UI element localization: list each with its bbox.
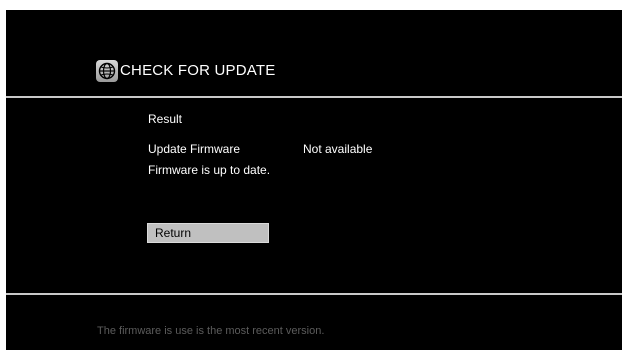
help-text: The firmware is use is the most recent v… <box>97 325 325 337</box>
header: CHECK FOR UPDATE <box>6 10 622 96</box>
bottom-divider <box>6 293 622 295</box>
globe-icon <box>96 60 118 82</box>
return-button[interactable]: Return <box>147 223 269 243</box>
update-firmware-value: Not available <box>303 142 373 156</box>
top-divider <box>6 96 622 98</box>
result-heading: Result <box>148 112 183 126</box>
update-screen: CHECK FOR UPDATE Result Update Firmware … <box>6 10 622 350</box>
update-firmware-label: Update Firmware <box>148 142 241 156</box>
page-title: CHECK FOR UPDATE <box>120 62 276 79</box>
status-message: Firmware is up to date. <box>148 163 271 177</box>
